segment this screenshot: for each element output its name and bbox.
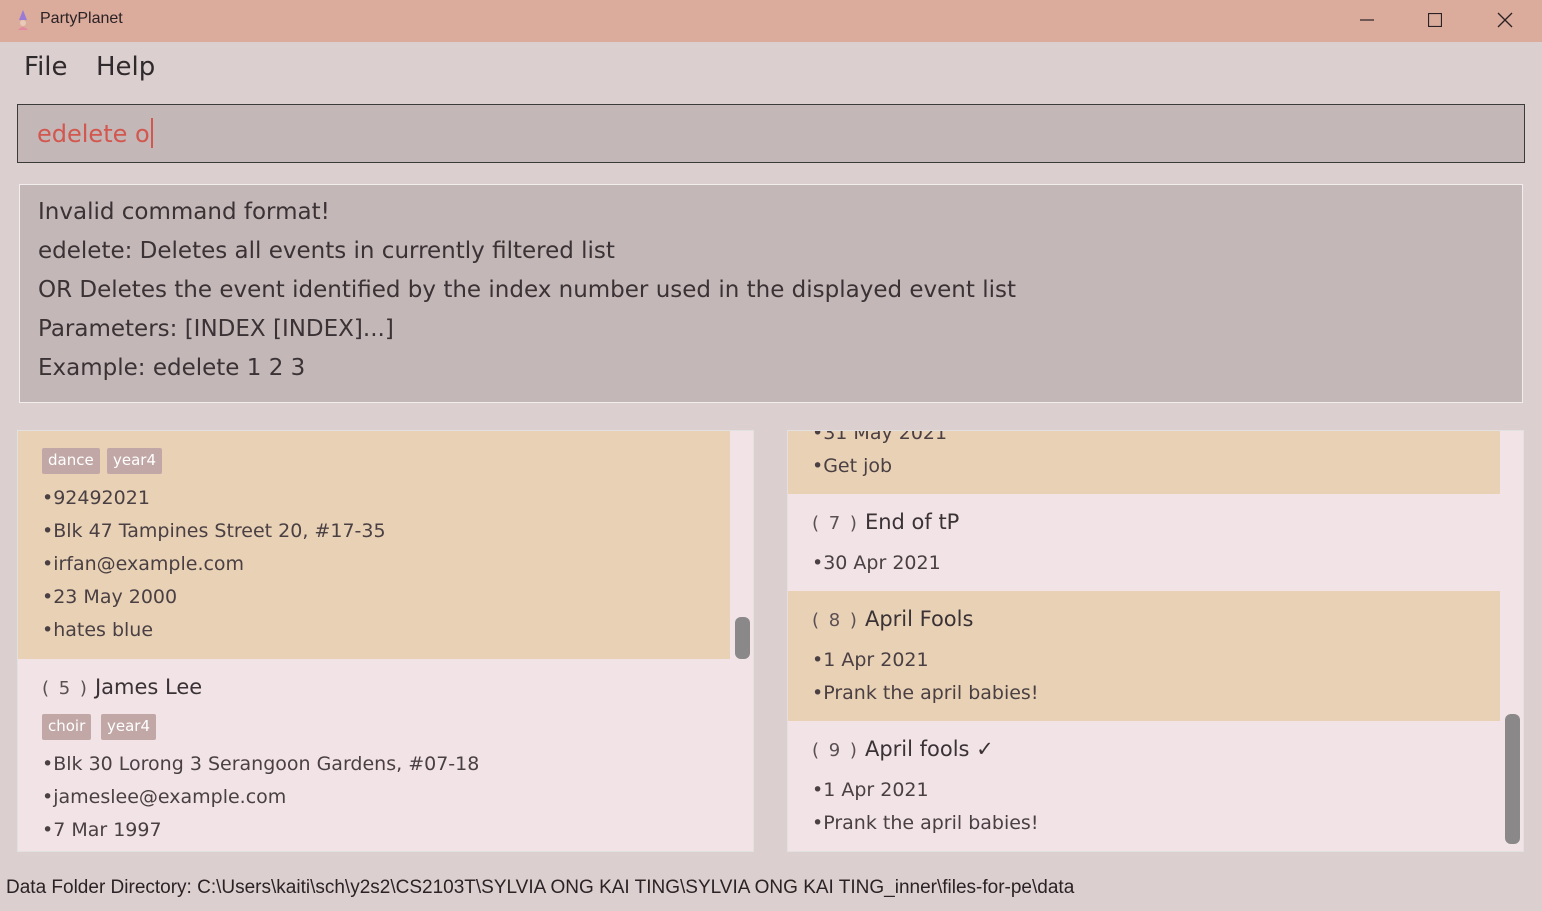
event-detail: •Prank the april babies! [812, 682, 1039, 704]
event-detail: •Prank the april babies! [812, 812, 1039, 834]
person-card[interactable]: dance year4 •92492021 •Blk 47 Tampines S… [18, 431, 730, 659]
event-date: •30 Apr 2021 [812, 552, 941, 574]
event-date: •1 Apr 2021 [812, 649, 929, 671]
person-address: •Blk 30 Lorong 3 Serangoon Gardens, #07-… [42, 753, 480, 775]
event-card[interactable]: ( 7 ) End of tP •30 Apr 2021 [788, 494, 1500, 591]
person-email: •irfan@example.com [42, 553, 245, 575]
status-bar-path: Data Folder Directory: C:\Users\kaiti\sc… [6, 877, 1075, 898]
event-name: April Fools [864, 607, 974, 631]
event-detail: •Get job [812, 455, 893, 477]
text-caret [150, 118, 153, 148]
minimize-icon [1360, 19, 1374, 21]
event-card[interactable]: ( 8 ) April Fools •1 Apr 2021 •Prank the … [788, 591, 1500, 721]
event-list-panel[interactable]: •31 May 2021 •Get job ( 7 ) End of tP •30… [787, 430, 1524, 852]
menu-help[interactable]: Help [96, 52, 155, 82]
person-list-scrollbar[interactable] [735, 617, 750, 659]
person-address: •Blk 47 Tampines Street 20, #17-35 [42, 520, 386, 542]
event-index: ( 8 ) [812, 610, 859, 631]
tag: year4 [107, 448, 163, 474]
event-card[interactable]: •31 May 2021 •Get job [788, 431, 1500, 494]
tag: year4 [101, 714, 157, 740]
result-display: Invalid command format! edelete: Deletes… [19, 184, 1523, 403]
command-input[interactable]: edelete o [17, 104, 1525, 163]
event-title: ( 8 ) April Fools [812, 607, 973, 631]
person-card[interactable]: ( 5 ) James Lee choir year4 •Blk 30 Loron… [18, 659, 730, 851]
minimize-button[interactable] [1332, 0, 1402, 40]
result-line: Invalid command format! [38, 199, 330, 225]
person-phone: •92492021 [42, 487, 150, 509]
event-index: ( 9 ) [812, 740, 859, 761]
event-name: End of tP [864, 510, 960, 534]
event-name: April fools ✓ [864, 737, 994, 761]
event-title: ( 7 ) End of tP [812, 510, 959, 534]
maximize-button[interactable] [1400, 0, 1470, 40]
event-list-scrollbar[interactable] [1505, 714, 1520, 844]
person-birthday: •23 May 2000 [42, 586, 178, 608]
person-name: ( 5 ) James Lee [42, 675, 202, 699]
event-title: ( 9 ) April fools ✓ [812, 737, 994, 761]
title-bar: PartyPlanet [0, 0, 1542, 42]
menu-file[interactable]: File [24, 52, 68, 82]
event-date: •1 Apr 2021 [812, 779, 929, 801]
person-birthday: •7 Mar 1997 [42, 819, 162, 841]
event-index: ( 7 ) [812, 513, 859, 534]
result-line: Example: edelete 1 2 3 [38, 355, 306, 381]
person-index: ( 5 ) [42, 678, 89, 699]
close-button[interactable] [1470, 0, 1540, 40]
result-line: Parameters: [INDEX [INDEX]...] [38, 316, 394, 342]
menu-bar: File Help [0, 42, 1542, 98]
result-line: edelete: Deletes all events in currently… [38, 238, 615, 264]
app-logo-icon [18, 10, 28, 30]
tag: choir [42, 714, 92, 740]
person-remark: •hates blue [42, 619, 154, 641]
person-list-panel[interactable]: dance year4 •92492021 •Blk 47 Tampines S… [17, 430, 754, 852]
result-line: OR Deletes the event identified by the i… [38, 277, 1016, 303]
maximize-icon [1428, 13, 1442, 27]
person-email: •jameslee@example.com [42, 786, 287, 808]
tag: dance [42, 448, 100, 474]
command-input-value: edelete o [37, 120, 150, 148]
person-name-text: James Lee [94, 675, 203, 699]
close-icon [1497, 12, 1513, 28]
window-title: PartyPlanet [40, 10, 123, 27]
event-card[interactable]: ( 9 ) April fools ✓ •1 Apr 2021 •Prank th… [788, 721, 1500, 851]
event-date: •31 May 2021 [812, 430, 948, 444]
